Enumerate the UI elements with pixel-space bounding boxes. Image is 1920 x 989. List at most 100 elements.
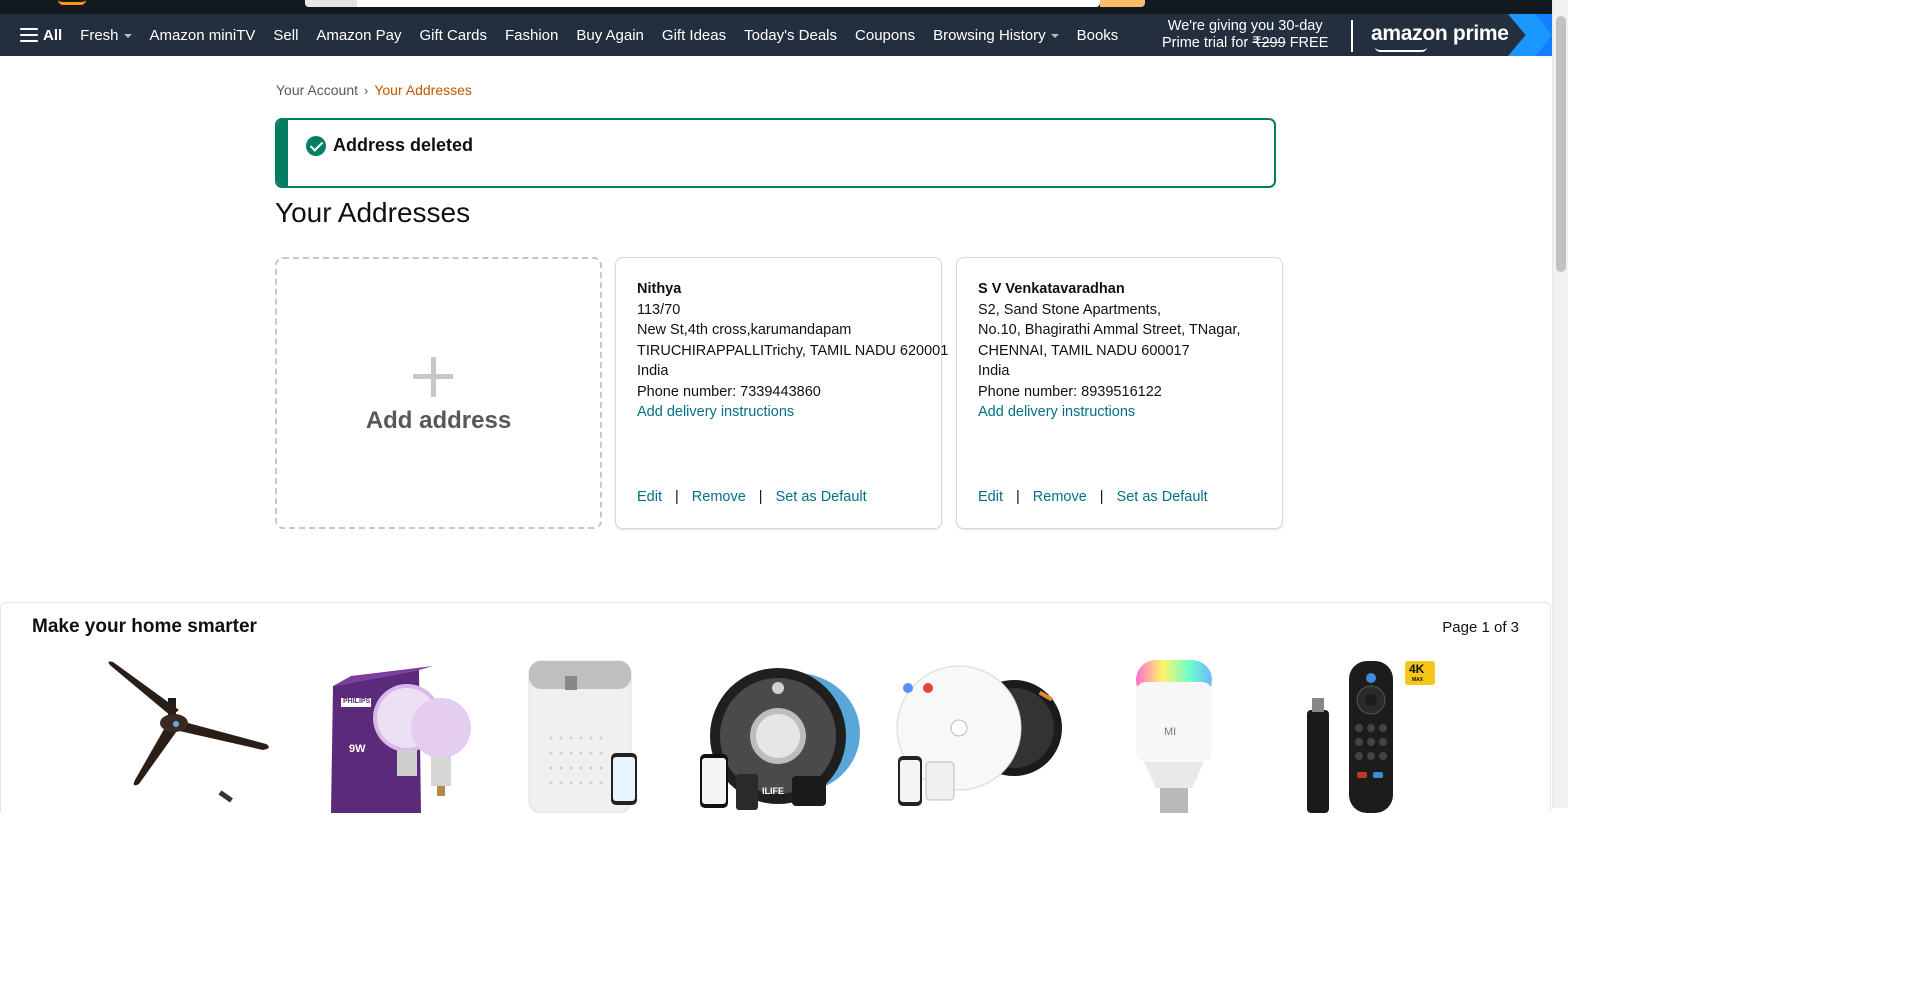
vacuum-brand-label: ILIFE <box>762 786 784 796</box>
nav-item-browsing-history[interactable]: Browsing History <box>924 14 1068 56</box>
plus-icon <box>413 357 453 397</box>
nav-item-label: Sell <box>273 26 299 44</box>
robot-vacuum-white-image <box>896 665 1062 806</box>
page-scrollbar[interactable] <box>1552 0 1568 808</box>
prime-divider <box>1351 20 1353 52</box>
address-country: India <box>978 363 1010 379</box>
alert-accent-bar <box>277 120 288 186</box>
action-separator: | <box>675 489 679 505</box>
air-purifier-image <box>528 660 637 814</box>
badge-max: MAX <box>1412 677 1424 683</box>
carousel-title: Make your home smarter <box>32 616 257 637</box>
check-circle-icon <box>306 136 326 156</box>
address-line: No.10, Bhagirathi Ammal Street, TNagar, <box>978 322 1241 338</box>
philips-bulb-image <box>331 666 471 813</box>
prime-promo-text: We're giving you 30-day Prime trial for … <box>1162 18 1328 52</box>
address-card: S V Venkatavaradhan S2, Sand Stone Apart… <box>956 257 1283 529</box>
nav-item-coupons[interactable]: Coupons <box>846 14 924 56</box>
search-category-dropdown[interactable] <box>305 0 357 7</box>
nav-item-fresh[interactable]: Fresh <box>71 14 140 56</box>
nav-item-minitv[interactable]: Amazon miniTV <box>141 14 265 56</box>
nav-items: All Fresh Amazon miniTV Sell Amazon Pay … <box>20 14 1127 56</box>
nav-item-books[interactable]: Books <box>1068 14 1128 56</box>
address-actions: Edit | Remove | Set as Default <box>637 489 867 505</box>
address-line: CHENNAI, TAMIL NADU 600017 <box>978 342 1190 359</box>
address-line: 113/70 <box>637 301 681 318</box>
address-line: TIRUCHIRAPPALLITrichy, TAMIL NADU 620001 <box>637 342 949 359</box>
philips-box-watt: 9W <box>349 743 366 755</box>
edit-address-link[interactable]: Edit <box>978 489 1003 505</box>
prime-promo-line1: We're giving you 30-day <box>1167 18 1323 34</box>
product-robot-vacuum-white[interactable] <box>894 658 1064 813</box>
hamburger-icon <box>20 28 38 42</box>
caret-down-icon <box>123 34 132 38</box>
address-phone: Phone number: 7339443860 <box>637 383 821 400</box>
product-philips-bulb[interactable]: PHILIPS 9W <box>301 658 481 813</box>
nav-all-label: All <box>43 26 63 44</box>
page-title: Your Addresses <box>275 197 471 228</box>
address-line: New St,4th cross,karumandapam <box>637 322 852 338</box>
product-air-purifier[interactable] <box>521 658 651 814</box>
product-ceiling-fan[interactable] <box>101 658 276 813</box>
prime-smile-icon <box>1375 47 1427 52</box>
amazon-logo[interactable] <box>58 0 86 5</box>
nav-item-buy-again[interactable]: Buy Again <box>567 14 653 56</box>
top-header <box>0 0 1552 14</box>
address-name: Nithya <box>637 281 682 297</box>
address-phone: Phone number: 8939516122 <box>978 383 1162 400</box>
ceiling-fan-image <box>108 661 269 803</box>
set-default-address-link[interactable]: Set as Default <box>776 489 867 505</box>
nav-item-label: Books <box>1076 26 1119 44</box>
add-delivery-instructions-link[interactable]: Add delivery instructions <box>978 402 1240 423</box>
add-delivery-instructions-link[interactable]: Add delivery instructions <box>637 402 948 423</box>
nav-item-sell[interactable]: Sell <box>264 14 307 56</box>
prime-promo-price: ₹299 <box>1252 35 1286 51</box>
recommendation-carousel: Make your home smarter Page 1 of 3 PHILI… <box>0 602 1551 814</box>
action-separator: | <box>758 489 763 505</box>
amazon-prime-logo: amazon prime <box>1371 22 1509 45</box>
nav-item-label: Amazon Pay <box>316 26 402 44</box>
breadcrumb-your-account[interactable]: Your Account <box>276 82 358 98</box>
nav-item-fashion[interactable]: Fashion <box>496 14 567 56</box>
nav-item-gift-cards[interactable]: Gift Cards <box>410 14 496 56</box>
add-address-card[interactable]: Add address <box>275 257 602 529</box>
nav-all-menu[interactable]: All <box>20 14 71 56</box>
edit-address-link[interactable]: Edit <box>637 489 662 505</box>
address-country: India <box>637 363 669 379</box>
set-default-address-link[interactable]: Set as Default <box>1117 489 1208 505</box>
caret-down-icon <box>1050 34 1059 38</box>
product-mi-smart-bulb[interactable]: MI <box>1126 658 1226 813</box>
scrollbar-thumb[interactable] <box>1556 16 1566 272</box>
address-body: S V Venkatavaradhan S2, Sand Stone Apart… <box>978 279 1240 423</box>
prime-promo-suffix: FREE <box>1285 35 1329 51</box>
address-card: Nithya 113/70 New St,4th cross,karumanda… <box>615 257 948 529</box>
nav-item-label: Amazon miniTV <box>149 26 256 44</box>
nav-item-gift-ideas[interactable]: Gift Ideas <box>653 14 735 56</box>
prime-trial-banner[interactable]: We're giving you 30-day Prime trial for … <box>1150 14 1552 56</box>
add-address-label: Add address <box>365 407 512 434</box>
nav-item-amazon-pay[interactable]: Amazon Pay <box>307 14 410 56</box>
nav-item-label: Fashion <box>504 26 559 44</box>
nav-item-label: Buy Again <box>576 26 644 44</box>
product-robot-vacuum-black[interactable]: ILIFE <box>696 658 866 813</box>
search-button[interactable] <box>1100 0 1145 7</box>
remove-address-link[interactable]: Remove <box>692 489 746 505</box>
mi-logo: MI <box>1164 726 1177 738</box>
action-separator: | <box>1099 489 1104 505</box>
search-input[interactable] <box>305 0 1100 7</box>
action-separator: | <box>1016 489 1020 505</box>
nav-item-label: Coupons <box>855 26 916 44</box>
prime-promo-line2: Prime trial for ₹299 FREE <box>1162 35 1328 52</box>
nav-item-label: Fresh <box>80 26 119 44</box>
product-fire-tv-stick-4k[interactable]: 4K MAX <box>1301 658 1441 813</box>
badge-4k: 4K <box>1409 662 1425 676</box>
success-alert: Address deleted <box>275 118 1276 188</box>
breadcrumb-current: Your Addresses <box>374 82 472 98</box>
nav-item-todays-deals[interactable]: Today's Deals <box>735 14 846 56</box>
address-body: Nithya 113/70 New St,4th cross,karumanda… <box>637 279 948 423</box>
remove-address-link[interactable]: Remove <box>1033 489 1087 505</box>
alert-message: Address deleted <box>333 135 474 155</box>
nav-item-label: Gift Ideas <box>661 26 727 44</box>
address-line: S2, Sand Stone Apartments, <box>978 301 1161 318</box>
nav-bar: All Fresh Amazon miniTV Sell Amazon Pay … <box>0 14 1552 56</box>
